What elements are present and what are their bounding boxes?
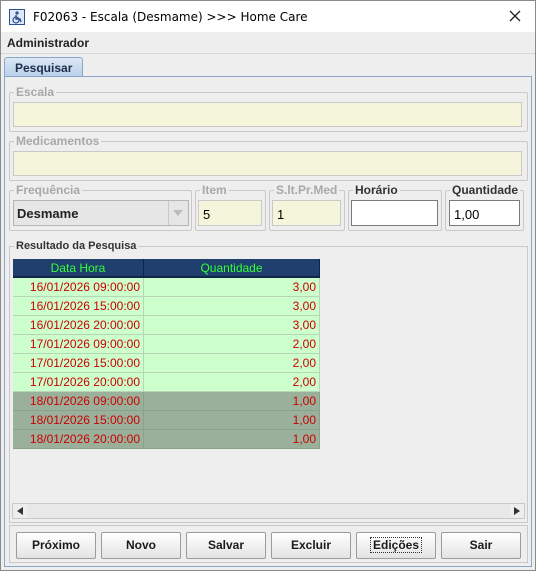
close-icon: [509, 10, 521, 22]
table-row[interactable]: 16/01/2026 09:00:00 3,00: [13, 278, 320, 297]
salvar-button[interactable]: Salvar: [186, 532, 266, 559]
wheelchair-icon: [9, 9, 25, 25]
cell-data-hora: 18/01/2026 09:00:00: [13, 392, 144, 411]
escala-label: Escala: [14, 85, 57, 99]
excluir-button[interactable]: Excluir: [271, 532, 351, 559]
table-row[interactable]: 18/01/2026 09:00:00 1,00: [13, 392, 320, 411]
cell-quantidade: 1,00: [144, 430, 320, 449]
arrow-left-icon: [17, 507, 23, 515]
chevron-down-icon: [173, 210, 183, 216]
user-bar: Administrador: [1, 32, 535, 54]
item-label: Item: [200, 183, 229, 197]
title-bar: F02063 - Escala (Desmame) >>> Home Care: [1, 1, 535, 32]
table-row[interactable]: 17/01/2026 15:00:00 2,00: [13, 354, 320, 373]
cell-data-hora: 17/01/2026 09:00:00: [13, 335, 144, 354]
medicamentos-field[interactable]: [13, 151, 522, 176]
user-name: Administrador: [7, 36, 90, 50]
sair-button[interactable]: Sair: [441, 532, 521, 559]
cell-quantidade: 3,00: [144, 297, 320, 316]
arrow-right-icon: [514, 507, 520, 515]
results-table: Data Hora Quantidade 16/01/2026 09:00:00…: [13, 259, 525, 503]
cell-quantidade: 2,00: [144, 335, 320, 354]
scroll-right-button[interactable]: [510, 504, 524, 518]
cell-quantidade: 2,00: [144, 354, 320, 373]
frequencia-value: Desmame: [17, 206, 79, 221]
window-title: F02063 - Escala (Desmame) >>> Home Care: [33, 10, 308, 24]
horario-label: Horário: [353, 183, 400, 197]
table-row[interactable]: 17/01/2026 20:00:00 2,00: [13, 373, 320, 392]
novo-button[interactable]: Novo: [101, 532, 181, 559]
sair-label: Sair: [469, 538, 493, 552]
table-row[interactable]: 16/01/2026 20:00:00 3,00: [13, 316, 320, 335]
frequencia-label: Frequência: [14, 183, 83, 197]
frequencia-dropdown-button[interactable]: [168, 201, 188, 225]
medicamentos-label: Medicamentos: [14, 134, 102, 148]
table-row[interactable]: 18/01/2026 15:00:00 1,00: [13, 411, 320, 430]
item-field[interactable]: 5: [198, 200, 262, 226]
cell-quantidade: 1,00: [144, 392, 320, 411]
slt-label: S.lt.Pr.Med: [274, 183, 340, 197]
cell-data-hora: 16/01/2026 20:00:00: [13, 316, 144, 335]
tab-pesquisar[interactable]: Pesquisar: [4, 57, 83, 77]
edicoes-button[interactable]: Edições: [356, 532, 436, 559]
scroll-left-button[interactable]: [13, 504, 27, 518]
edicoes-label: Edições: [369, 537, 423, 553]
column-header-data-hora[interactable]: Data Hora: [13, 259, 144, 278]
quantidade-label: Quantidade: [450, 183, 521, 197]
cell-data-hora: 17/01/2026 15:00:00: [13, 354, 144, 373]
table-row[interactable]: 17/01/2026 09:00:00 2,00: [13, 335, 320, 354]
quantidade-field[interactable]: 1,00: [449, 200, 520, 226]
cell-data-hora: 18/01/2026 20:00:00: [13, 430, 144, 449]
cell-quantidade: 2,00: [144, 373, 320, 392]
horizontal-scrollbar[interactable]: [12, 503, 525, 519]
tab-label: Pesquisar: [15, 61, 73, 75]
cell-data-hora: 16/01/2026 15:00:00: [13, 297, 144, 316]
results-label: Resultado da Pesquisa: [14, 239, 139, 253]
cell-quantidade: 3,00: [144, 316, 320, 335]
escala-field[interactable]: [13, 102, 522, 127]
frequencia-select[interactable]: Desmame: [13, 200, 189, 226]
app-window: F02063 - Escala (Desmame) >>> Home Care …: [0, 0, 536, 571]
table-row[interactable]: 18/01/2026 20:00:00 1,00: [13, 430, 320, 449]
cell-data-hora: 18/01/2026 15:00:00: [13, 411, 144, 430]
table-row[interactable]: 16/01/2026 15:00:00 3,00: [13, 297, 320, 316]
table-header: Data Hora Quantidade: [13, 259, 320, 278]
cell-data-hora: 17/01/2026 20:00:00: [13, 373, 144, 392]
close-button[interactable]: [495, 1, 535, 32]
novo-label: Novo: [126, 538, 156, 552]
cell-quantidade: 1,00: [144, 411, 320, 430]
proximo-label: Próximo: [31, 538, 80, 552]
salvar-label: Salvar: [207, 538, 245, 552]
slt-field[interactable]: 1: [272, 200, 341, 226]
proximo-button[interactable]: Próximo: [16, 532, 96, 559]
cell-data-hora: 16/01/2026 09:00:00: [13, 278, 144, 297]
column-header-quantidade[interactable]: Quantidade: [144, 259, 320, 278]
cell-quantidade: 3,00: [144, 278, 320, 297]
excluir-label: Excluir: [290, 538, 332, 552]
horario-field[interactable]: [351, 200, 438, 226]
